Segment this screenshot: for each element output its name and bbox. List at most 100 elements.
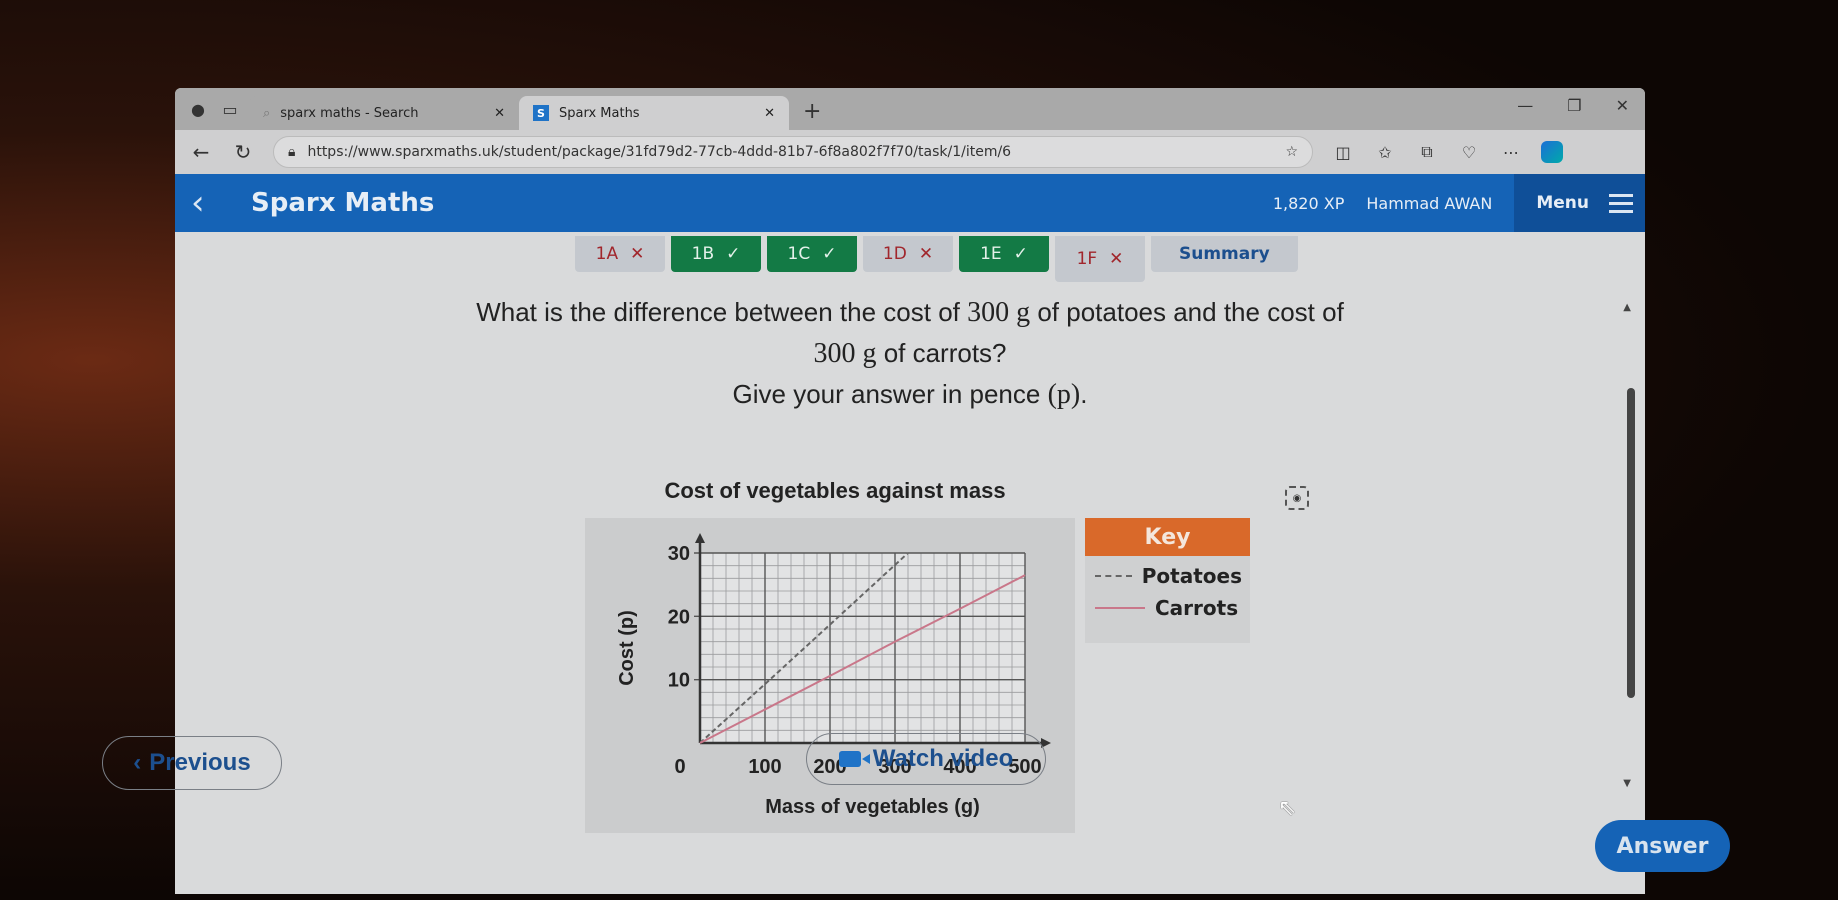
line-chart: 0 100 200 300 400 500102030Mass of vegetables…: [616, 533, 1051, 818]
tab-strip: ● ▭ ⌕ sparx maths - Search ✕ S Sparx Maths…: [175, 88, 1645, 130]
close-tab-icon[interactable]: ✕: [764, 106, 775, 121]
key-label: Carrots: [1155, 596, 1239, 620]
question-text: What is the difference between the cost …: [175, 292, 1645, 415]
back-chevron-icon[interactable]: ‹: [191, 183, 231, 223]
close-tab-icon[interactable]: ✕: [494, 106, 505, 121]
chart-title: Cost of vegetables against mass: [664, 478, 1006, 503]
back-icon[interactable]: ←: [189, 140, 213, 164]
chevron-left-icon: ‹: [133, 749, 142, 776]
favorites-icon[interactable]: ✩: [1373, 143, 1397, 162]
cross-icon: ✕: [918, 244, 934, 264]
cross-icon: ✕: [1109, 249, 1124, 269]
question-text-part: of potatoes and the cost of: [1030, 297, 1344, 327]
check-icon: ✓: [822, 244, 837, 264]
tab-label: 1C: [787, 244, 811, 264]
y-axis-label: Cost (p): [616, 610, 638, 686]
check-icon: ✓: [726, 244, 741, 264]
question-text-part: Give your answer in pence: [732, 379, 1048, 409]
previous-label: Previous: [149, 749, 251, 776]
tab-label: 1D: [882, 244, 907, 264]
chart-panel: 0 100 200 300 400 500 10 20 30 Mass of vegetables…: [585, 518, 1075, 833]
sparx-favicon: S: [533, 105, 549, 121]
previous-button[interactable]: ‹ Previous: [102, 736, 282, 790]
cross-icon: ✕: [630, 244, 645, 264]
tab-label: 1A: [595, 244, 619, 264]
task-tab-summary[interactable]: Summary: [1151, 236, 1298, 272]
answer-button[interactable]: Answer: [1595, 820, 1730, 872]
task-tab-1a[interactable]: 1A ✕: [575, 236, 665, 272]
scrollbar[interactable]: [1627, 388, 1635, 698]
watch-video-button[interactable]: Watch video: [806, 733, 1046, 785]
search-tab-icon: ⌕: [263, 105, 271, 121]
address-bar-row: ← ↻ 🔒︎ https://www.sparxmaths.uk/student…: [175, 130, 1645, 174]
screenshot-icon[interactable]: ◉: [1285, 486, 1309, 510]
tab-label: 1B: [691, 244, 715, 264]
watch-video-label: Watch video: [872, 745, 1014, 772]
scroll-up-arrow-icon[interactable]: ▲: [1623, 302, 1631, 313]
answer-label: Answer: [1616, 833, 1709, 859]
dashed-line-swatch: [1095, 575, 1132, 577]
profile-icon[interactable]: ●: [185, 96, 211, 122]
menu-button[interactable]: Menu: [1514, 174, 1645, 232]
key-item-potatoes: Potatoes: [1085, 556, 1250, 588]
task-tab-1d[interactable]: 1D ✕: [863, 236, 953, 272]
check-icon: ✓: [1013, 244, 1028, 264]
new-tab-button[interactable]: +: [803, 99, 821, 124]
solid-line-swatch: [1095, 607, 1145, 609]
address-bar[interactable]: 🔒︎ https://www.sparxmaths.uk/student/pac…: [273, 136, 1313, 168]
question-text-part: What is the difference between the cost …: [476, 297, 968, 327]
math-unit: (p): [1047, 379, 1081, 410]
scroll-down-arrow-icon[interactable]: ▼: [1623, 778, 1631, 789]
y-tick-label: 10: [668, 670, 690, 692]
y-axis-arrow: [695, 533, 705, 543]
chart-key: Key Potatoes Carrots: [1085, 518, 1250, 643]
mouse-cursor-icon: ⇖: [1278, 796, 1297, 821]
user-name[interactable]: Hammad AWAN: [1366, 194, 1492, 213]
minimize-icon[interactable]: —: [1517, 96, 1533, 115]
key-title: Key: [1085, 518, 1250, 556]
x-tick-label: 0: [674, 756, 685, 778]
refresh-icon[interactable]: ↻: [231, 140, 255, 164]
key-label: Potatoes: [1141, 564, 1242, 588]
app-title: Sparx Maths: [251, 188, 435, 218]
key-item-carrots: Carrots: [1085, 588, 1250, 620]
tab-title: Sparx Maths: [559, 105, 640, 121]
browser-tab-sparx[interactable]: S Sparx Maths ✕: [519, 96, 789, 130]
url-text[interactable]: https://www.sparxmaths.uk/student/packag…: [307, 144, 1273, 160]
x-tick-label: 100: [748, 756, 781, 778]
y-tick-label: 30: [668, 543, 690, 565]
split-screen-icon[interactable]: ◫: [1331, 143, 1355, 162]
lock-icon[interactable]: 🔒︎: [288, 144, 295, 160]
task-tab-1c[interactable]: 1C ✓: [767, 236, 857, 272]
collections-icon[interactable]: ⧉: [1415, 142, 1439, 162]
plot-area: [700, 553, 1025, 743]
xp-count: 1,820 XP: [1272, 193, 1345, 213]
app-header: ‹ Sparx Maths 1,820 XP Hammad AWAN Menu: [175, 174, 1645, 232]
copilot-icon[interactable]: [1541, 141, 1563, 163]
hamburger-icon: [1609, 193, 1633, 213]
task-tabs: 1A ✕ 1B ✓ 1C ✓ 1D ✕ 1E ✓ 1F ✕ Summary: [575, 236, 1298, 282]
video-camera-icon: [838, 751, 870, 767]
tab-label: Summary: [1179, 244, 1270, 264]
tab-label: 1E: [980, 244, 1002, 264]
x-axis-label: Mass of vegetables (g): [765, 796, 980, 818]
task-tab-1e[interactable]: 1E ✓: [959, 236, 1049, 272]
menu-label: Menu: [1536, 193, 1589, 213]
y-tick-label: 20: [668, 606, 690, 628]
task-content: 1A ✕ 1B ✓ 1C ✓ 1D ✕ 1E ✓ 1F ✕ Summary What is …: [175, 232, 1645, 833]
tab-actions-icon[interactable]: ▭: [217, 96, 243, 122]
favorite-star-icon[interactable]: ☆: [1285, 144, 1298, 160]
task-tab-1f[interactable]: 1F ✕: [1055, 236, 1145, 282]
question-text-part: .: [1080, 379, 1088, 409]
task-tab-1b[interactable]: 1B ✓: [671, 236, 761, 272]
more-options-icon[interactable]: ⋯: [1499, 143, 1523, 162]
tab-label: 1F: [1076, 249, 1098, 269]
browser-tab-search[interactable]: ⌕ sparx maths - Search ✕: [249, 96, 519, 130]
restore-icon[interactable]: ❐: [1567, 96, 1581, 115]
tab-title: sparx maths - Search: [280, 105, 419, 121]
math-quantity: 300 g: [967, 297, 1031, 328]
math-quantity: 300 g: [813, 338, 877, 369]
close-icon[interactable]: ✕: [1616, 96, 1629, 115]
question-text-part: of carrots?: [876, 338, 1007, 368]
browser-essentials-icon[interactable]: ♡: [1457, 143, 1481, 162]
